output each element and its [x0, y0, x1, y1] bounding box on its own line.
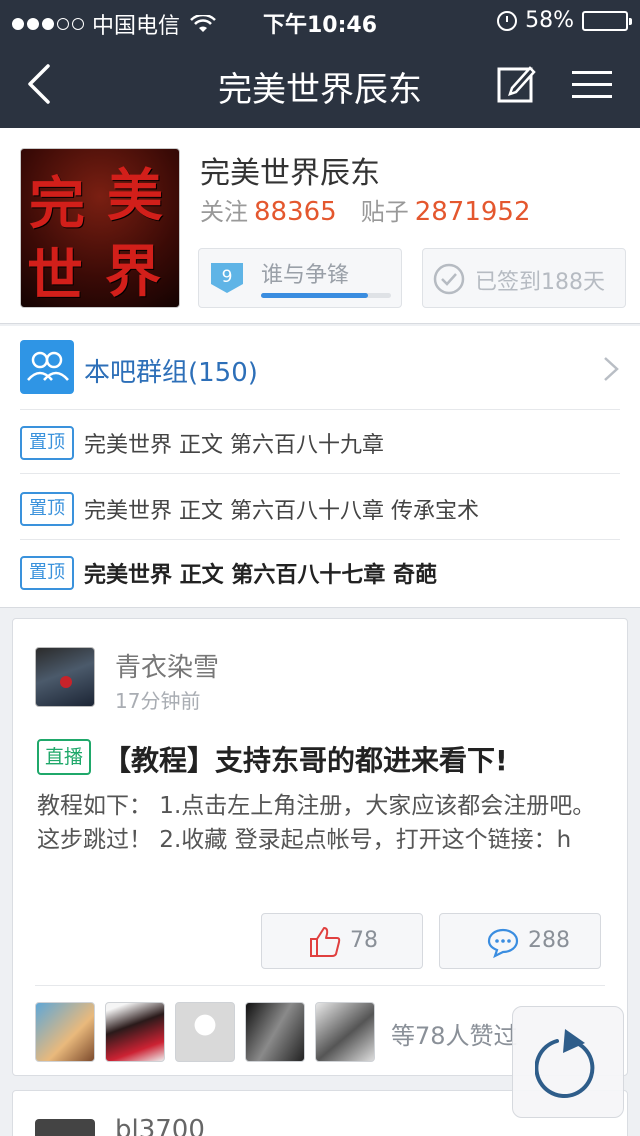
- posts-count: 2871952: [414, 197, 531, 227]
- liker-avatar[interactable]: [175, 1002, 235, 1062]
- forum-links: 本吧群组(150) 置顶 完美世界 正文 第六百八十九章 置顶 完美世界 正文 …: [0, 326, 640, 608]
- pinned-post[interactable]: 置顶 完美世界 正文 第六百八十八章 传承宝术: [20, 476, 620, 540]
- nav-bar: 完美世界辰东: [0, 40, 640, 128]
- forum-cover-image[interactable]: 完 美 世 界: [20, 148, 180, 308]
- pinned-tag: 置顶: [20, 426, 74, 460]
- pinned-title: 完美世界 正文 第六百八十九章: [84, 433, 384, 458]
- post-username[interactable]: bl3700: [115, 1115, 205, 1136]
- chevron-right-icon: [604, 357, 619, 381]
- liker-avatar[interactable]: [245, 1002, 305, 1062]
- pinned-post[interactable]: 置顶 完美世界 正文 第六百八十七章 奇葩: [20, 540, 620, 604]
- pinned-tag: 置顶: [20, 556, 74, 590]
- cover-char: 完: [29, 171, 85, 237]
- level-badge: 9: [211, 263, 243, 293]
- level-progress-bar: [261, 293, 391, 298]
- top-bar: 中国电信 下午10:46 58% 完美世界辰东: [0, 0, 640, 128]
- avatar[interactable]: [35, 1119, 95, 1136]
- like-count: 78: [350, 928, 378, 953]
- pinned-tag: 置顶: [20, 492, 74, 526]
- reply-count: 288: [528, 928, 570, 953]
- thumbs-up-icon: [310, 927, 341, 957]
- pinned-title: 完美世界 正文 第六百八十七章 奇葩: [84, 563, 437, 588]
- refresh-button[interactable]: [512, 1006, 624, 1118]
- like-button[interactable]: 78: [261, 913, 423, 969]
- comment-icon: [487, 928, 519, 959]
- cover-char: 世: [27, 243, 83, 308]
- post-body[interactable]: 教程如下： 1.点击左上角注册，大家应该都会注册吧。这步跳过！ 2.收藏 登录起…: [37, 789, 609, 857]
- refresh-icon: [535, 1029, 595, 1098]
- compose-icon[interactable]: [496, 64, 536, 104]
- sign-in-button[interactable]: 已签到188天: [422, 248, 626, 308]
- forum-header: 完 美 世 界 完美世界辰东 关注 88365 贴子 2871952 9 谁与争锋 已…: [0, 128, 640, 324]
- cover-char: 界: [105, 239, 161, 305]
- group-icon: [20, 340, 74, 394]
- checkmark-circle-icon: [433, 263, 465, 295]
- live-tag: 直播: [37, 739, 91, 775]
- alarm-icon: [497, 10, 518, 31]
- cover-char: 美: [107, 163, 163, 229]
- battery-percent: 58%: [525, 8, 574, 33]
- post-time: 17分钟前: [115, 689, 201, 713]
- battery-icon: [582, 10, 632, 31]
- pinned-post[interactable]: 置顶 完美世界 正文 第六百八十九章: [20, 410, 620, 474]
- likers-count: 等78人赞过: [391, 1022, 518, 1050]
- liker-avatar[interactable]: [315, 1002, 375, 1062]
- liker-avatar[interactable]: [105, 1002, 165, 1062]
- level-title: 谁与争锋: [261, 263, 350, 288]
- reply-button[interactable]: 288: [439, 913, 601, 969]
- signed-label: 已签到188天: [475, 270, 605, 295]
- nav-title: 完美世界辰东: [218, 70, 422, 110]
- forum-name: 完美世界辰东: [200, 156, 380, 191]
- forum-group-row[interactable]: 本吧群组(150): [20, 340, 620, 410]
- menu-icon[interactable]: [570, 68, 614, 102]
- post-title[interactable]: 【教程】支持东哥的都进来看下!: [103, 739, 508, 779]
- posts-label: 贴子: [360, 198, 409, 226]
- level-card[interactable]: 9 谁与争锋: [198, 248, 402, 308]
- liker-avatar[interactable]: [35, 1002, 95, 1062]
- pinned-title: 完美世界 正文 第六百八十八章 传承宝术: [84, 499, 479, 524]
- post-username[interactable]: 青衣染雪: [115, 647, 219, 684]
- forum-stats: 关注 88365 贴子 2871952: [200, 192, 555, 227]
- avatar[interactable]: [35, 647, 95, 707]
- group-label: 本吧群组(150): [84, 358, 258, 388]
- status-bar: 中国电信 下午10:46 58%: [0, 0, 640, 40]
- follow-count: 88365: [254, 197, 337, 227]
- follow-label: 关注: [200, 198, 248, 226]
